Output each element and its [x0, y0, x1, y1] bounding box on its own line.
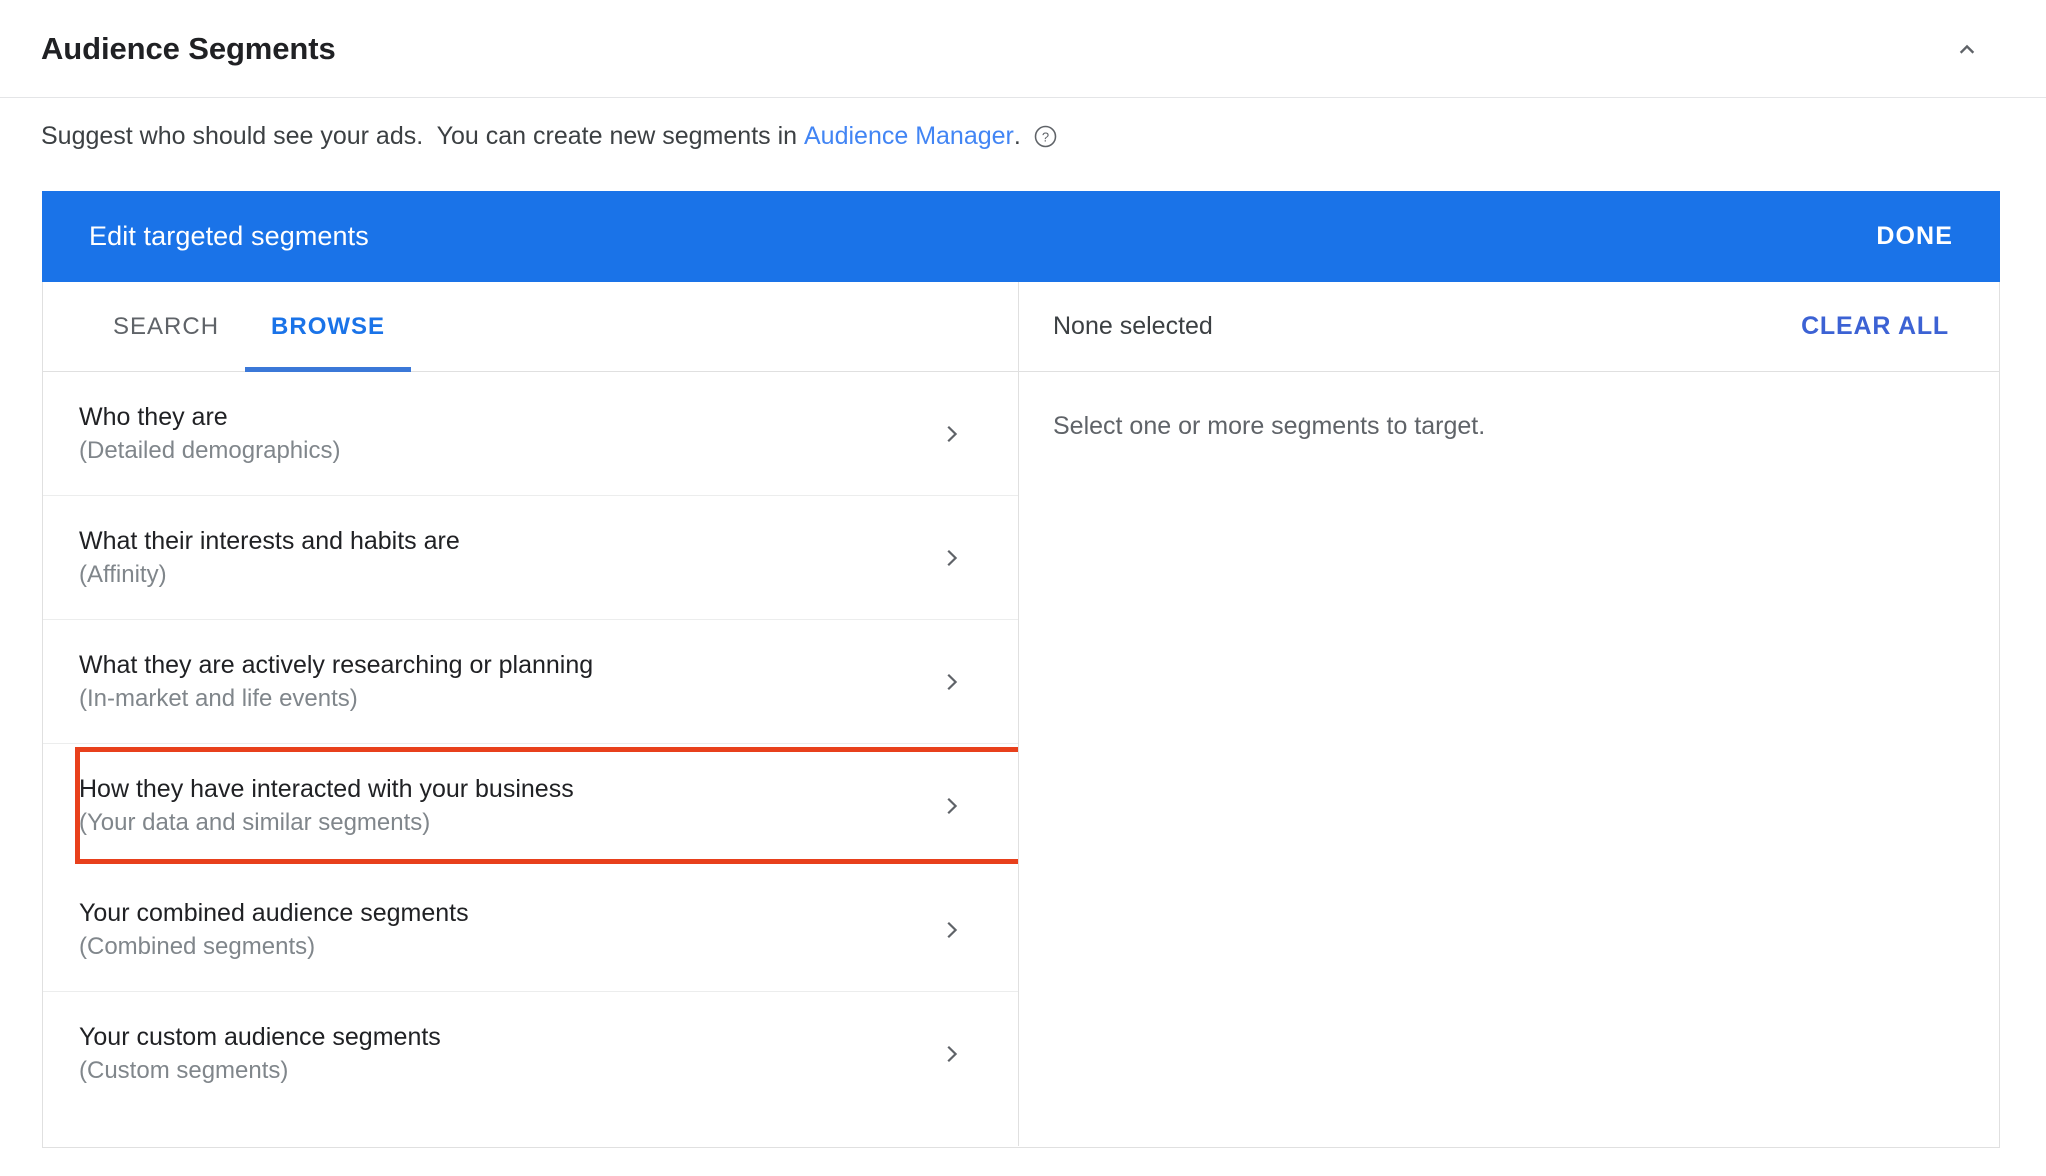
selection-pane: None selected CLEAR ALL Select one or mo… — [1019, 282, 1999, 1146]
chevron-up-icon — [1956, 38, 1978, 60]
list-item[interactable]: Your custom audience segments (Custom se… — [43, 992, 1018, 1116]
list-item-title: Your combined audience segments — [79, 899, 469, 928]
card-header: Audience Segments — [0, 0, 2046, 98]
list-item-title: What their interests and habits are — [79, 527, 460, 556]
done-button[interactable]: DONE — [1876, 222, 1953, 251]
chevron-right-icon — [940, 670, 964, 694]
description-text: Suggest who should see your ads. You can… — [41, 122, 804, 151]
list-item-subtitle: (Detailed demographics) — [79, 437, 340, 465]
collapse-section-button[interactable] — [1944, 26, 1990, 72]
list-item-title: What they are actively researching or pl… — [79, 651, 593, 680]
chevron-right-icon — [940, 1042, 964, 1066]
list-item-how-they-interacted[interactable]: How they have interacted with your busin… — [43, 744, 1018, 868]
tab-search[interactable]: SEARCH — [87, 282, 245, 371]
list-item-subtitle: (Affinity) — [79, 561, 460, 589]
list-item-title: Who they are — [79, 403, 340, 432]
segment-editor-panel: Edit targeted segments DONE SEARCH BROWS… — [42, 192, 2000, 1148]
chevron-right-icon — [940, 918, 964, 942]
selection-header: None selected CLEAR ALL — [1019, 282, 1999, 372]
audience-manager-link[interactable]: Audience Manager — [804, 122, 1014, 151]
clear-all-button[interactable]: CLEAR ALL — [1801, 312, 1949, 341]
section-description: Suggest who should see your ads. You can… — [41, 98, 2046, 174]
list-item-text: What they are actively researching or pl… — [79, 651, 593, 712]
list-item-text: Your custom audience segments (Custom se… — [79, 1023, 441, 1084]
description-text-after: . — [1014, 122, 1021, 151]
chevron-right-icon — [940, 546, 964, 570]
browse-pane: SEARCH BROWSE Who they are (Detailed dem… — [43, 282, 1019, 1146]
list-item[interactable]: What they are actively researching or pl… — [43, 620, 1018, 744]
editor-toolbar-title: Edit targeted segments — [89, 221, 369, 252]
highlight-box — [75, 747, 1018, 864]
list-item-subtitle: (In-market and life events) — [79, 685, 593, 713]
segment-category-list: Who they are (Detailed demographics) Wha… — [43, 372, 1018, 1146]
tab-bar: SEARCH BROWSE — [43, 282, 1018, 372]
editor-body: SEARCH BROWSE Who they are (Detailed dem… — [43, 282, 1999, 1146]
selection-empty-message: Select one or more segments to target. — [1019, 372, 1999, 441]
tab-search-label: SEARCH — [113, 313, 219, 341]
list-item[interactable]: Who they are (Detailed demographics) — [43, 372, 1018, 496]
help-circle-glyph: ? — [1033, 124, 1058, 149]
page-title: Audience Segments — [41, 31, 336, 67]
list-item-text: Who they are (Detailed demographics) — [79, 403, 340, 464]
tab-browse[interactable]: BROWSE — [245, 282, 411, 371]
highlight-annotation — [75, 747, 1018, 864]
list-item-title: Your custom audience segments — [79, 1023, 441, 1052]
list-item-subtitle: (Custom segments) — [79, 1057, 441, 1085]
editor-toolbar: Edit targeted segments DONE — [42, 191, 2000, 282]
list-item[interactable]: Your combined audience segments (Combine… — [43, 868, 1018, 992]
help-circle-icon[interactable]: ? — [1033, 124, 1058, 149]
list-item[interactable]: What their interests and habits are (Aff… — [43, 496, 1018, 620]
tab-browse-label: BROWSE — [271, 313, 385, 341]
svg-text:?: ? — [1042, 129, 1049, 144]
chevron-right-icon — [940, 422, 964, 446]
list-item-text: What their interests and habits are (Aff… — [79, 527, 460, 588]
selection-status: None selected — [1053, 312, 1213, 341]
list-item-text: Your combined audience segments (Combine… — [79, 899, 469, 960]
list-item-subtitle: (Combined segments) — [79, 933, 469, 961]
